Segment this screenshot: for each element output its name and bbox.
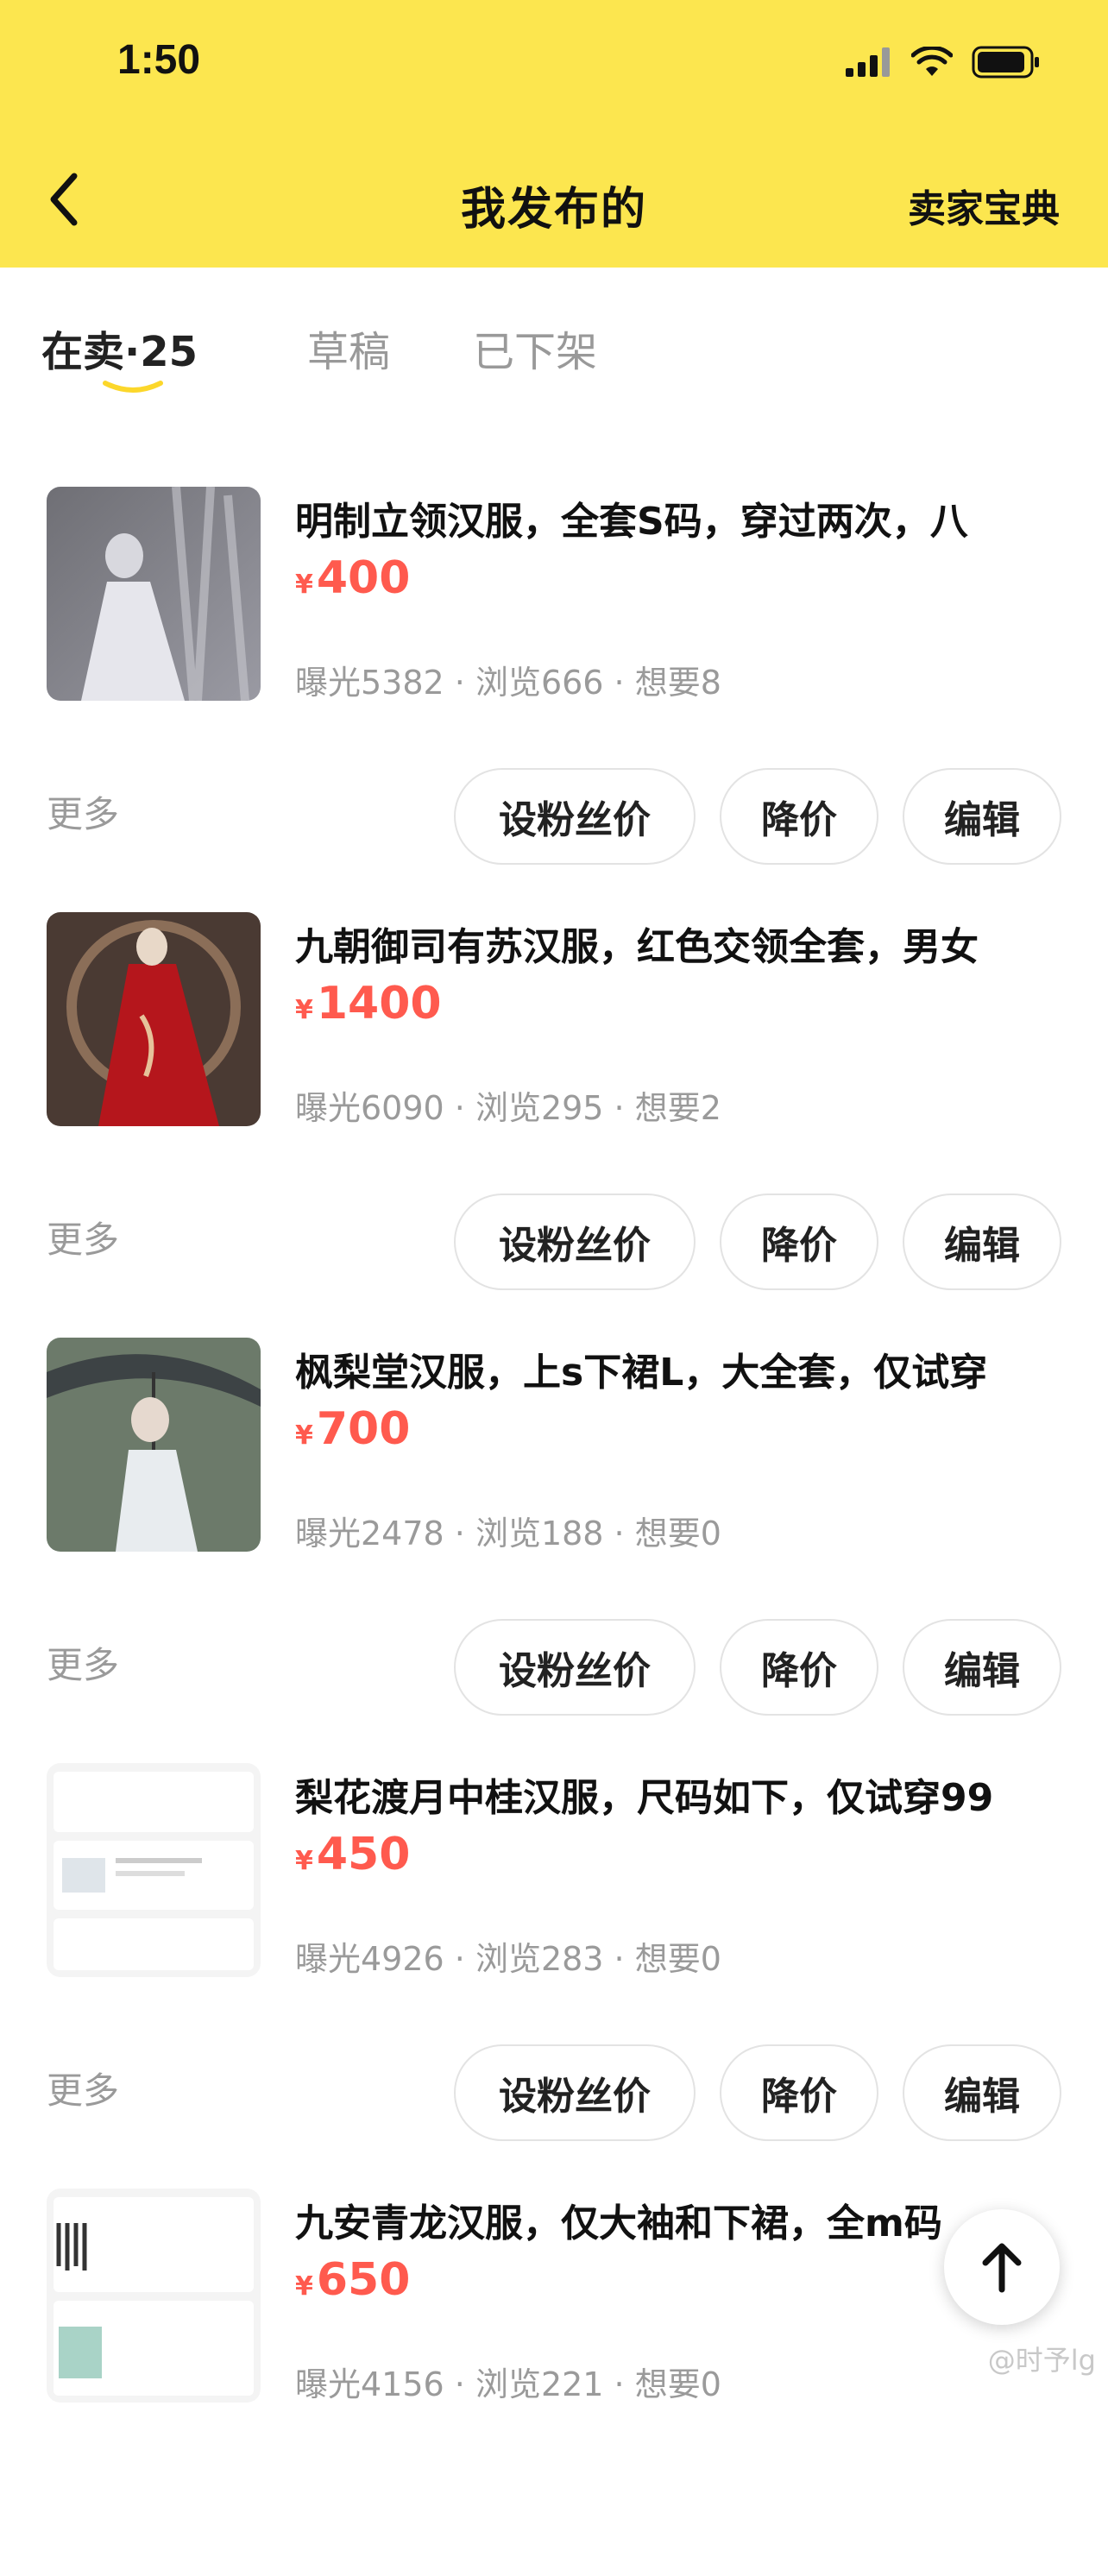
more-button[interactable]: 更多 [47, 1211, 119, 1263]
seller-guide-link[interactable]: 卖家宝典 [908, 178, 1060, 233]
product-price: ¥1400 [295, 978, 442, 1030]
more-button[interactable]: 更多 [47, 2062, 119, 2114]
drop-price-button[interactable]: 降价 [720, 2044, 878, 2141]
drop-price-button[interactable]: 降价 [720, 1194, 878, 1290]
product-thumbnail[interactable] [47, 1338, 261, 1552]
product-title: 梨花渡月中桂汉服，尺码如下，仅试穿99 [295, 1776, 994, 1820]
battery-icon [972, 46, 1039, 79]
list-item[interactable]: 九安青龙汉服，仅大袖和下裙，全m码 ¥650 曝光4156 · 浏览221 · … [0, 2151, 1108, 2576]
product-stats: 曝光6090 · 浏览295 · 想要2 [295, 1089, 721, 1127]
set-fan-price-button[interactable]: 设粉丝价 [454, 768, 696, 865]
edit-button[interactable]: 编辑 [903, 768, 1061, 865]
tab-draft[interactable]: 草稿 [307, 318, 390, 378]
watermark: @时予lg [987, 2344, 1096, 2377]
tab-active-indicator [103, 381, 163, 393]
app-header: 1:50 我发布的 卖家宝典 [0, 0, 1108, 268]
product-stats: 曝光4926 · 浏览283 · 想要0 [295, 1940, 721, 1978]
product-price: ¥400 [295, 552, 411, 604]
product-price: ¥450 [295, 1829, 411, 1880]
more-button[interactable]: 更多 [47, 785, 119, 838]
product-thumbnail[interactable] [47, 487, 261, 701]
wifi-icon [911, 47, 953, 76]
list-item[interactable]: 九朝御司有苏汉服，红色交领全套，男女 ¥1400 曝光6090 · 浏览295 … [0, 874, 1108, 1300]
product-thumbnail[interactable] [47, 1763, 261, 1977]
signal-icon [846, 47, 890, 77]
more-button[interactable]: 更多 [47, 1636, 119, 1689]
product-price: ¥700 [295, 1403, 411, 1455]
product-stats: 曝光4156 · 浏览221 · 想要0 [295, 2365, 721, 2403]
product-title: 九朝御司有苏汉服，红色交领全套，男女 [295, 925, 979, 969]
product-title: 枫梨堂汉服，上s下裙L，大全套，仅试穿 [295, 1351, 988, 1395]
product-stats: 曝光5382 · 浏览666 · 想要8 [295, 664, 721, 702]
product-title: 明制立领汉服，全套S码，穿过两次，八 [295, 500, 968, 544]
status-time: 1:50 [117, 37, 201, 83]
drop-price-button[interactable]: 降价 [720, 768, 878, 865]
list-item[interactable]: 明制立领汉服，全套S码，穿过两次，八 ¥400 曝光5382 · 浏览666 ·… [0, 449, 1108, 874]
tab-removed[interactable]: 已下架 [473, 318, 597, 378]
status-icons [846, 43, 1041, 81]
edit-button[interactable]: 编辑 [903, 1194, 1061, 1290]
status-tabs: 在卖·25 草稿 已下架 [0, 268, 1108, 406]
arrow-up-icon [982, 2243, 1022, 2293]
drop-price-button[interactable]: 降价 [720, 1619, 878, 1716]
product-thumbnail[interactable] [47, 912, 261, 1126]
product-thumbnail[interactable] [47, 2189, 261, 2403]
list-item[interactable]: 梨花渡月中桂汉服，尺码如下，仅试穿99 ¥450 曝光4926 · 浏览283 … [0, 1725, 1108, 2151]
product-stats: 曝光2478 · 浏览188 · 想要0 [295, 1515, 721, 1553]
back-to-top-button[interactable] [944, 2209, 1060, 2325]
tab-selling[interactable]: 在卖·25 [41, 318, 198, 378]
product-list: 明制立领汉服，全套S码，穿过两次，八 ¥400 曝光5382 · 浏览666 ·… [0, 449, 1108, 2576]
list-item[interactable]: 枫梨堂汉服，上s下裙L，大全套，仅试穿 ¥700 曝光2478 · 浏览188 … [0, 1300, 1108, 1725]
set-fan-price-button[interactable]: 设粉丝价 [454, 2044, 696, 2141]
edit-button[interactable]: 编辑 [903, 1619, 1061, 1716]
set-fan-price-button[interactable]: 设粉丝价 [454, 1619, 696, 1716]
product-price: ¥650 [295, 2254, 411, 2306]
edit-button[interactable]: 编辑 [903, 2044, 1061, 2141]
set-fan-price-button[interactable]: 设粉丝价 [454, 1194, 696, 1290]
product-title: 九安青龙汉服，仅大袖和下裙，全m码 [295, 2201, 942, 2245]
